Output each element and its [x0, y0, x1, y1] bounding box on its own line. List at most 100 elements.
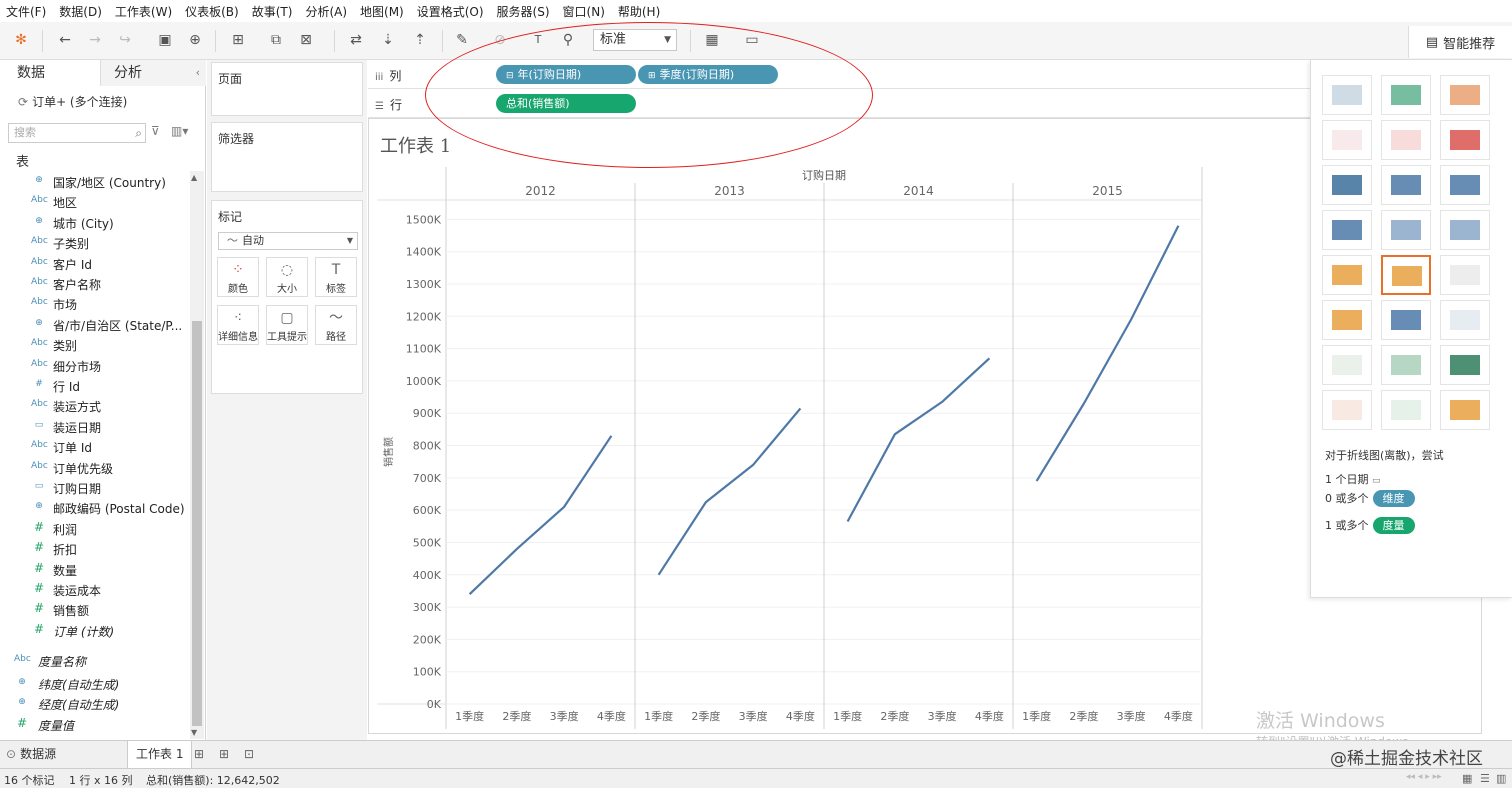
field-item[interactable]: Abc 客户 Id: [0, 254, 190, 274]
pill-quarter-order-date[interactable]: ⊞ 季度(订购日期): [638, 65, 778, 84]
clear-sheet-icon[interactable]: ⊠: [296, 31, 316, 49]
field-item[interactable]: ⊕ 纬度(自动生成): [0, 674, 190, 694]
menu-item-4[interactable]: 故事(T): [252, 3, 293, 20]
collapse-field-icon[interactable]: ⊟: [506, 71, 514, 81]
columns-shelf[interactable]: iii 列 ⊟ 年(订购日期) ⊞ 季度(订购日期): [368, 60, 1310, 89]
tableau-logo-icon[interactable]: ✻: [11, 31, 31, 49]
rows-shelf[interactable]: ☰ 行 总和(销售额): [368, 89, 1310, 118]
pin-icon[interactable]: ⚲: [558, 31, 578, 49]
tab-datasource[interactable]: ⊙ 数据源: [6, 741, 56, 768]
chart-type-thumbnail[interactable]: [1381, 75, 1431, 115]
field-item[interactable]: ▭ 装运日期: [0, 417, 190, 437]
chart-type-thumbnail[interactable]: [1322, 255, 1372, 295]
chart-type-thumbnail[interactable]: [1322, 75, 1372, 115]
menu-item-2[interactable]: 工作表(W): [115, 3, 172, 20]
new-story-icon[interactable]: ⊡: [244, 741, 254, 768]
field-item[interactable]: # 数量: [0, 560, 190, 580]
marks-path-button[interactable]: 〜路径: [315, 305, 357, 345]
list-view-icon[interactable]: ☰: [1480, 772, 1490, 785]
pages-card[interactable]: 页面: [211, 62, 363, 116]
chart-type-thumbnail[interactable]: [1381, 255, 1431, 295]
collapse-icon[interactable]: ‹: [196, 60, 200, 86]
chart-type-thumbnail[interactable]: [1440, 210, 1490, 250]
marks-tooltip-button[interactable]: ▢ 工具提示: [266, 305, 308, 345]
field-item[interactable]: Abc 地区: [0, 192, 190, 212]
chart-type-thumbnail[interactable]: [1381, 120, 1431, 160]
new-worksheet-icon[interactable]: ⊞: [194, 741, 204, 768]
field-item[interactable]: ⊕ 邮政编码 (Postal Code): [0, 498, 190, 518]
tab-data[interactable]: 数据: [0, 60, 100, 86]
show-me-button[interactable]: ▤ 智能推荐: [1408, 26, 1512, 58]
field-item[interactable]: # 度量值: [0, 715, 190, 735]
chart-type-thumbnail[interactable]: [1381, 345, 1431, 385]
field-item[interactable]: ▭ 订购日期: [0, 478, 190, 498]
chart-type-thumbnail[interactable]: [1381, 210, 1431, 250]
highlight-icon[interactable]: ✎: [452, 31, 472, 49]
pill-sum-sales[interactable]: 总和(销售额): [496, 94, 636, 113]
field-item[interactable]: Abc 订单优先级: [0, 458, 190, 478]
field-item[interactable]: Abc 度量名称: [0, 651, 190, 671]
marks-detail-button[interactable]: ⁖ 详细信息: [217, 305, 259, 345]
undo-icon[interactable]: ←: [55, 31, 75, 49]
menu-item-7[interactable]: 设置格式(O): [417, 3, 484, 20]
filter-icon[interactable]: ⊽: [151, 124, 160, 138]
field-item[interactable]: Abc 订单 Id: [0, 437, 190, 457]
swap-icon[interactable]: ⇄: [346, 31, 366, 49]
scroll-up-icon[interactable]: ▲: [191, 173, 197, 182]
redo-icon[interactable]: →: [85, 31, 105, 49]
replay-icon[interactable]: ↪: [115, 31, 135, 49]
menu-item-3[interactable]: 仪表板(B): [185, 3, 239, 20]
expand-field-icon[interactable]: ⊞: [648, 71, 656, 81]
chart-type-thumbnail[interactable]: [1440, 390, 1490, 430]
group-icon[interactable]: ⊘: [490, 31, 510, 49]
chart-type-thumbnail[interactable]: [1440, 120, 1490, 160]
scroll-down-icon[interactable]: ▼: [191, 728, 197, 737]
chart-type-thumbnail[interactable]: [1322, 165, 1372, 205]
field-item[interactable]: ⊕ 城市 (City): [0, 213, 190, 233]
sort-asc-icon[interactable]: ⇣: [378, 31, 398, 49]
nav-arrows-icon[interactable]: ◂◂ ◂ ▸ ▸▸: [1406, 772, 1442, 782]
field-item[interactable]: Abc 细分市场: [0, 356, 190, 376]
duplicate-sheet-icon[interactable]: ⧉: [266, 31, 286, 49]
tab-sheet-1[interactable]: 工作表 1: [127, 741, 193, 768]
menu-item-1[interactable]: 数据(D): [59, 3, 102, 20]
field-item[interactable]: ⊕ 省/市/自治区 (State/P...: [0, 315, 190, 335]
mark-type-select[interactable]: 〜自动 ▼: [218, 232, 358, 250]
marks-size-button[interactable]: ◌ 大小: [266, 257, 308, 297]
new-datasource-icon[interactable]: ⊕: [185, 31, 205, 49]
marks-color-button[interactable]: ⁘ 颜色: [217, 257, 259, 297]
pill-year-order-date[interactable]: ⊟ 年(订购日期): [496, 65, 636, 84]
field-item[interactable]: ⊕ 经度(自动生成): [0, 694, 190, 714]
chart-type-thumbnail[interactable]: [1322, 210, 1372, 250]
sort-desc-icon[interactable]: ⇡: [410, 31, 430, 49]
show-cards-icon[interactable]: ▦: [702, 31, 722, 49]
field-item[interactable]: Abc 客户名称: [0, 274, 190, 294]
chart-type-thumbnail[interactable]: [1440, 300, 1490, 340]
view-options-icon[interactable]: ▥▾: [171, 124, 188, 138]
save-icon[interactable]: ▣: [155, 31, 175, 49]
view-size-select[interactable]: 标准 ▼: [593, 29, 677, 51]
chart-type-thumbnail[interactable]: [1440, 165, 1490, 205]
menu-item-9[interactable]: 窗口(N): [563, 3, 605, 20]
filters-card[interactable]: 筛选器: [211, 122, 363, 192]
field-list-scrollbar[interactable]: ▲ ▼: [190, 171, 204, 739]
search-input[interactable]: 搜索 ⌕: [8, 123, 146, 143]
chart-type-thumbnail[interactable]: [1322, 345, 1372, 385]
scrollbar-thumb[interactable]: [192, 321, 202, 726]
chart-type-thumbnail[interactable]: [1322, 390, 1372, 430]
field-item[interactable]: ⊕ 国家/地区 (Country): [0, 172, 190, 192]
menu-item-0[interactable]: 文件(F): [6, 3, 46, 20]
chart-type-thumbnail[interactable]: [1381, 165, 1431, 205]
chart-type-thumbnail[interactable]: [1381, 300, 1431, 340]
tab-analysis[interactable]: 分析 ‹: [100, 60, 206, 86]
datasource-connection[interactable]: ⟳ 订单+ (多个连接): [18, 93, 127, 110]
grid-view-icon[interactable]: ▦: [1462, 772, 1472, 785]
show-labels-icon[interactable]: T: [528, 31, 548, 49]
field-item[interactable]: # 折扣: [0, 539, 190, 559]
chart-type-thumbnail[interactable]: [1440, 75, 1490, 115]
field-item[interactable]: # 订单 (计数): [0, 621, 190, 641]
field-item[interactable]: Abc 装运方式: [0, 396, 190, 416]
new-sheet-icon[interactable]: ⊞: [228, 31, 248, 49]
chart-type-thumbnail[interactable]: [1322, 120, 1372, 160]
chart-type-thumbnail[interactable]: [1322, 300, 1372, 340]
